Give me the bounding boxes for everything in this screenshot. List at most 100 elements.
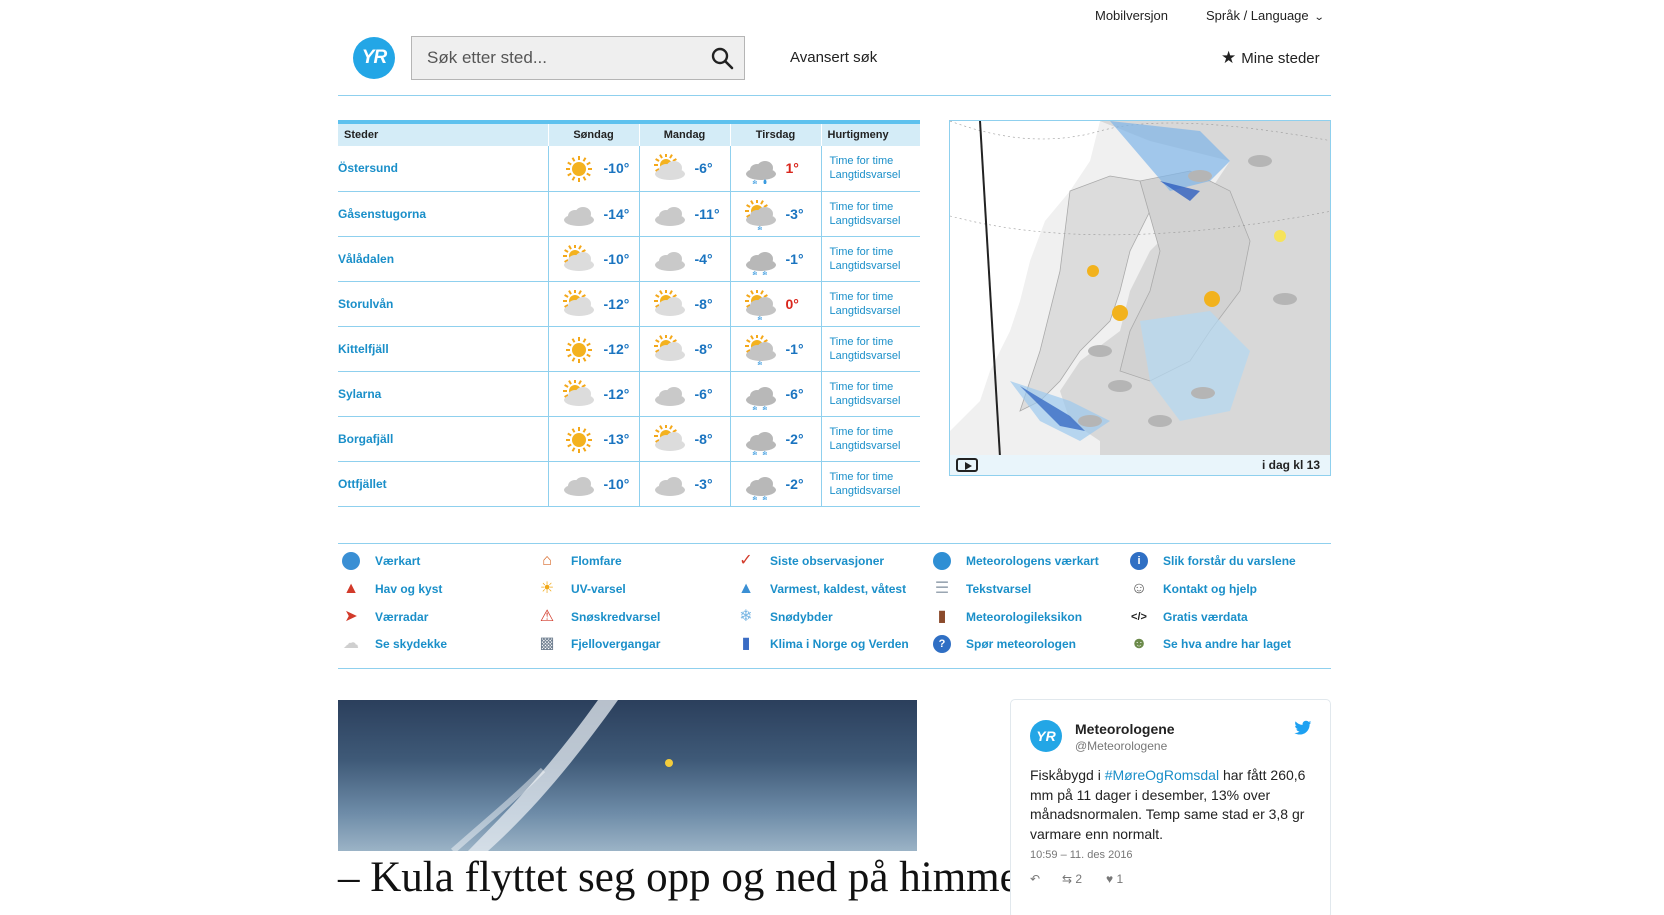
long-term-forecast-link[interactable]: Langtidsvarsel [830, 439, 921, 453]
long-term-forecast-link[interactable]: Langtidsvarsel [830, 304, 921, 318]
my-places-link[interactable]: ★ Mine steder [1221, 48, 1320, 68]
retweet-button[interactable]: ⇆ 2 [1062, 872, 1082, 886]
cloud-icon [654, 476, 685, 496]
long-term-forecast-link[interactable]: Langtidsvarsel [830, 214, 921, 228]
mobile-version-link[interactable]: Mobilversjon [1095, 8, 1168, 23]
forecast-cell[interactable]: ❄ ❄ -6° [729, 371, 821, 417]
svg-text:❄: ❄ [762, 495, 768, 500]
hourly-forecast-link[interactable]: Time for time [830, 200, 921, 214]
forecast-cell[interactable]: ❄ ❄ -2° [729, 416, 821, 462]
search-input[interactable] [412, 37, 702, 79]
place-name-link[interactable]: Sylarna [338, 371, 548, 417]
long-term-forecast-link[interactable]: Langtidsvarsel [830, 349, 921, 363]
quick-link-label: UV-varsel [571, 582, 626, 596]
hourly-forecast-link[interactable]: Time for time [830, 470, 921, 484]
forecast-cell[interactable]: -10° [547, 236, 639, 282]
forecast-cell[interactable]: ❄ 1° [729, 146, 821, 192]
forecast-cell[interactable]: -8° [638, 281, 730, 327]
temperature-value: -3° [785, 205, 804, 222]
avalanche-warning-icon: ⚠ [539, 608, 555, 625]
quick-link-label: Flomfare [571, 554, 622, 568]
hourly-forecast-link[interactable]: Time for time [830, 425, 921, 439]
hourly-forecast-link[interactable]: Time for time [830, 154, 921, 168]
forecast-cell[interactable]: -6° [638, 146, 730, 192]
quick-menu-cell: Time for time Langtidsvarsel [820, 236, 921, 282]
forecast-cell[interactable]: -10° [547, 146, 639, 192]
table-row: Kittelfjäll -12° -8° ❄ -1° Time for time Langt… [338, 326, 921, 372]
partly-sunny-icon [653, 424, 685, 451]
weather-radar-map[interactable]: i dag kl 13 [949, 120, 1331, 476]
forecast-cell[interactable]: -8° [638, 416, 730, 462]
search-icon[interactable] [710, 46, 734, 70]
table-row: Gåsenstugorna -14° -11° ❄ -3° Time for time La… [338, 191, 921, 237]
long-term-forecast-link[interactable]: Langtidsvarsel [830, 484, 921, 498]
forecast-cell[interactable]: -10° [547, 461, 639, 507]
place-name-link[interactable]: Storulvån [338, 281, 548, 327]
quick-link-label: Gratis værdata [1163, 610, 1248, 624]
hashtag-link[interactable]: #MøreOgRomsdal [1105, 767, 1219, 783]
tweet-author-handle[interactable]: @Meteorologene [1075, 739, 1167, 753]
my-places-label: Mine steder [1241, 50, 1320, 67]
long-term-forecast-link[interactable]: Langtidsvarsel [830, 394, 921, 408]
place-name-link[interactable]: Östersund [338, 146, 548, 192]
retweet-icon: ⇆ [1062, 872, 1073, 886]
table-header-row: Steder Søndag Mandag Tirsdag Hurtigmeny [338, 120, 920, 146]
tweet-card: YR Meteorologene @Meteorologene Fiskåbyg… [1010, 699, 1331, 915]
forecast-cell[interactable]: ❄ 0° [729, 281, 821, 327]
forecast-cell[interactable]: ❄ -3° [729, 191, 821, 237]
svg-text:❄: ❄ [752, 450, 758, 455]
hourly-forecast-link[interactable]: Time for time [830, 290, 921, 304]
language-selector[interactable]: Språk / Language ⌄ [1206, 8, 1324, 23]
play-icon[interactable] [956, 458, 978, 472]
forecast-cell[interactable]: -12° [547, 371, 639, 417]
place-name-link[interactable]: Kittelfjäll [338, 326, 548, 372]
quick-menu-cell: Time for time Langtidsvarsel [820, 281, 921, 327]
place-name-link[interactable]: Ottfjället [338, 461, 548, 507]
forecast-cell[interactable]: -12° [547, 281, 639, 327]
forecast-cell[interactable]: -12° [547, 326, 639, 372]
twitter-bird-icon[interactable] [1294, 720, 1312, 736]
like-button[interactable]: ♥ 1 [1106, 872, 1123, 886]
search-box [411, 36, 745, 80]
place-name-link[interactable]: Vålådalen [338, 236, 548, 282]
quick-menu-cell: Time for time Langtidsvarsel [820, 146, 921, 192]
table-row: Östersund -10° -6° ❄ 1° Time for time Langtids… [338, 146, 921, 192]
forecast-cell[interactable]: -4° [638, 236, 730, 282]
lighthouse-icon: ▲ [343, 580, 359, 597]
forecast-cell[interactable]: ❄ ❄ -1° [729, 236, 821, 282]
quick-link-label: Meteorologileksikon [966, 610, 1083, 624]
forecast-cell[interactable]: -3° [638, 461, 730, 507]
quick-link-label: Tekstvarsel [966, 582, 1032, 596]
tweet-date[interactable]: 10:59 – 11. des 2016 [1030, 849, 1133, 861]
partly-sunny-icon [653, 289, 685, 316]
advanced-search-link[interactable]: Avansert søk [790, 49, 877, 66]
place-name-link[interactable]: Gåsenstugorna [338, 191, 548, 237]
forecast-cell[interactable]: ❄ -1° [729, 326, 821, 372]
hourly-forecast-link[interactable]: Time for time [830, 380, 921, 394]
forecast-cell[interactable]: -13° [547, 416, 639, 462]
long-term-forecast-link[interactable]: Langtidsvarsel [830, 168, 921, 182]
avatar[interactable]: YR [1030, 720, 1062, 752]
svg-text:❄: ❄ [752, 495, 758, 500]
hourly-forecast-link[interactable]: Time for time [830, 335, 921, 349]
article-image[interactable] [338, 700, 917, 851]
long-term-forecast-link[interactable]: Langtidsvarsel [830, 259, 921, 273]
reply-icon[interactable]: ↶ [1030, 872, 1040, 886]
svg-text:❄: ❄ [762, 405, 768, 410]
tweet-author-name[interactable]: Meteorologene [1075, 721, 1175, 737]
forecast-cell[interactable]: -14° [547, 191, 639, 237]
forecast-cell[interactable]: -8° [638, 326, 730, 372]
partly-sunny-icon [562, 379, 594, 406]
yr-logo[interactable]: YR [353, 37, 395, 79]
document-icon: ☰ [934, 580, 950, 597]
forecast-cell[interactable]: -11° [638, 191, 730, 237]
article-title[interactable]: – Kula flyttet seg opp og ned på himmele… [338, 852, 1071, 904]
forecast-cell[interactable]: -6° [638, 371, 730, 417]
forecast-cell[interactable]: ❄ ❄ -2° [729, 461, 821, 507]
place-name-link[interactable]: Borgafjäll [338, 416, 548, 462]
quick-menu-cell: Time for time Langtidsvarsel [820, 416, 921, 462]
divider [338, 95, 1331, 96]
cloud-snow-icon: ❄ ❄ [745, 476, 776, 500]
svg-text:❄: ❄ [757, 360, 763, 365]
hourly-forecast-link[interactable]: Time for time [830, 245, 921, 259]
